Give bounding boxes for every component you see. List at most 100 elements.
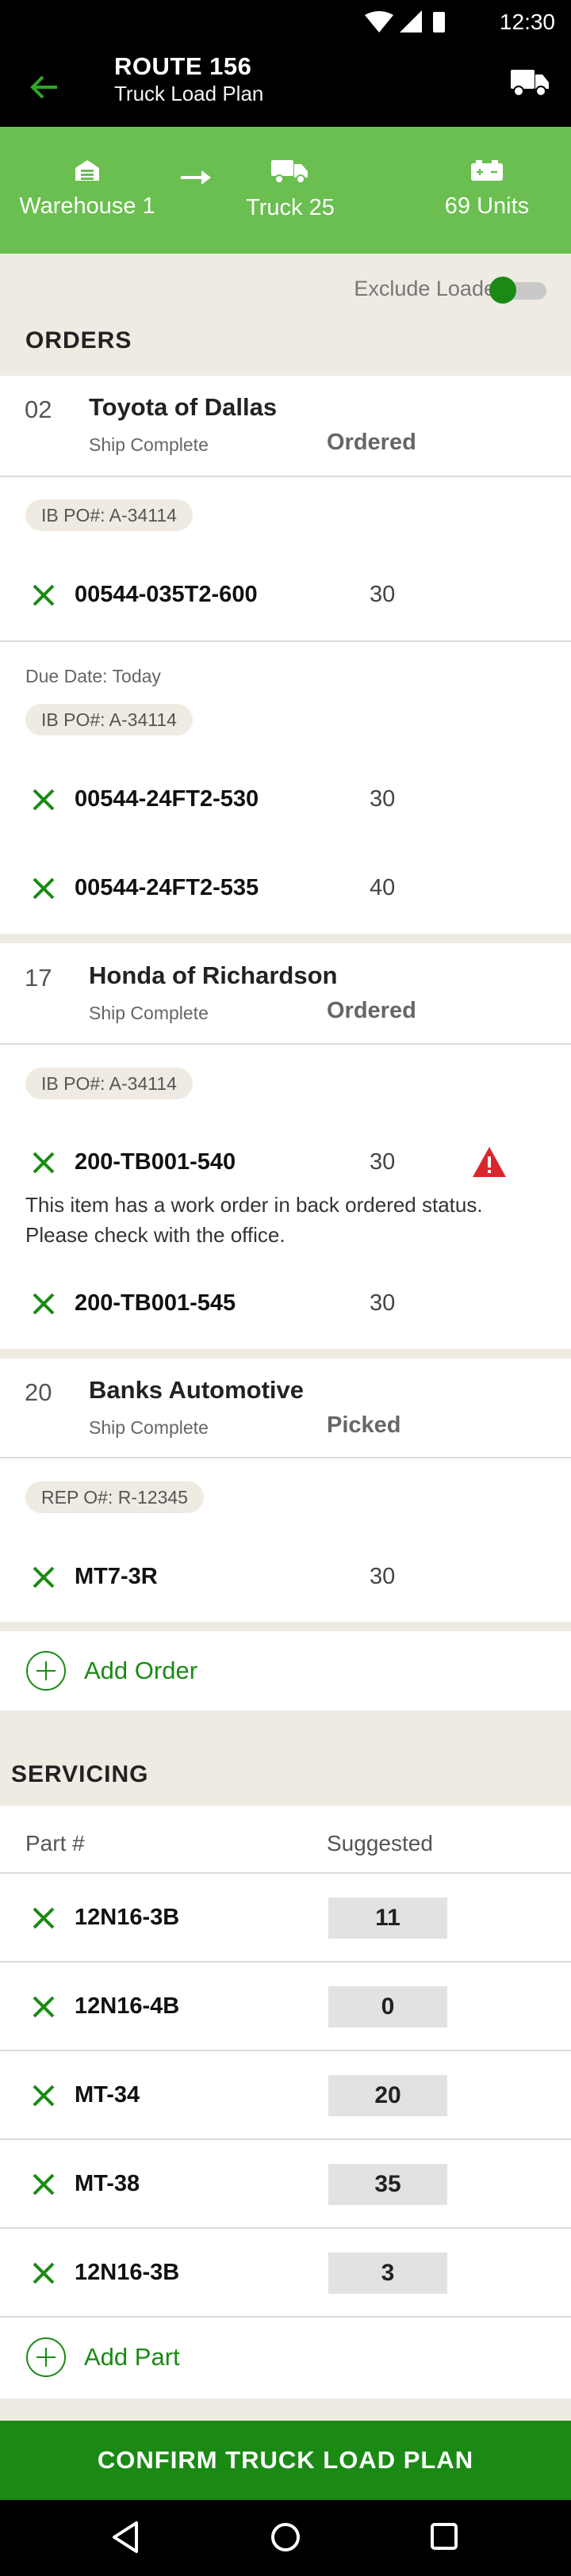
part-qty: 40: [370, 875, 396, 900]
remove-x-icon[interactable]: [30, 786, 57, 813]
order-ship-type: Ship Complete: [89, 434, 209, 455]
divider: [0, 640, 571, 642]
order-separator: [0, 1622, 571, 1631]
divider: [0, 2227, 571, 2229]
part-id: 00544-24FT2-535: [75, 875, 259, 900]
clock: 12:30: [499, 10, 555, 34]
divider: [0, 2138, 571, 2140]
warning-message: This item has a work order in back order…: [25, 1193, 483, 1247]
remove-x-icon[interactable]: [30, 2171, 57, 2198]
warehouse-icon: [75, 160, 99, 181]
divider: [0, 2050, 571, 2051]
suggested-qty-input[interactable]: 3: [328, 2253, 447, 2294]
orders-header-area: [0, 254, 571, 376]
order-customer: Honda of Richardson: [89, 961, 338, 989]
suggested-qty-input[interactable]: 11: [328, 1898, 447, 1939]
part-id: 00544-24FT2-530: [75, 786, 259, 812]
summary-units-label: 69 Units: [444, 193, 530, 219]
order-number: 17: [25, 964, 52, 992]
order-status: Ordered: [327, 998, 416, 1023]
divider: [0, 476, 571, 477]
column-header-suggested: Suggested: [327, 1831, 433, 1856]
part-id: 12N16-4B: [75, 1993, 180, 2019]
remove-x-icon[interactable]: [30, 2082, 57, 2109]
order-status: Picked: [327, 1412, 401, 1438]
po-chip: IB PO#: A-34114: [25, 499, 193, 531]
add-part-label: Add Part: [84, 2343, 180, 2371]
truck-icon: [271, 160, 308, 184]
due-date: Due Date: Today: [25, 666, 161, 686]
nav-recents-icon[interactable]: [428, 2520, 460, 2555]
add-order-label: Add Order: [84, 1657, 198, 1684]
summary-to: Truck 25: [227, 159, 354, 221]
part-qty: 30: [370, 582, 396, 607]
rep-chip: REP O#: R-12345: [25, 1481, 204, 1513]
truck-icon[interactable]: [509, 63, 550, 98]
system-nav-bar: [0, 2500, 571, 2576]
order-separator: [0, 934, 571, 943]
summary-units: 69 Units: [416, 159, 558, 220]
arrow-right-icon: [181, 170, 211, 185]
nav-back-icon[interactable]: [109, 2520, 141, 2555]
remove-x-icon[interactable]: [30, 1290, 57, 1317]
remove-x-icon[interactable]: [30, 2260, 57, 2287]
exclude-loaded-toggle[interactable]: [489, 277, 550, 304]
back-arrow-icon[interactable]: [27, 70, 62, 105]
part-id: 12N16-3B: [75, 2260, 180, 2285]
part-id: 200-TB001-540: [75, 1149, 236, 1175]
exclude-loaded-label: Exclude Loaded: [354, 277, 508, 300]
suggested-qty-input[interactable]: 35: [328, 2164, 447, 2205]
remove-x-icon[interactable]: [30, 1149, 57, 1176]
signal-icon: [400, 10, 422, 32]
column-header-part: Part #: [25, 1831, 85, 1856]
nav-home-icon[interactable]: [268, 2520, 303, 2555]
battery-status-icon: [433, 12, 445, 32]
order-number: 02: [25, 396, 52, 423]
add-order-button[interactable]: Add Order: [25, 1650, 232, 1691]
status-icons: [365, 10, 445, 32]
po-chip: IB PO#: A-34114: [25, 1068, 193, 1099]
remove-x-icon[interactable]: [30, 1564, 57, 1591]
remove-x-icon[interactable]: [30, 1993, 57, 2020]
footer-spacer: [0, 2398, 571, 2421]
confirm-truck-load-plan-button[interactable]: CONFIRM TRUCK LOAD PLAN: [0, 2421, 571, 2500]
order-customer: Banks Automotive: [89, 1376, 305, 1404]
status-bar: 12:30: [0, 0, 571, 46]
order-number: 20: [25, 1378, 52, 1406]
servicing-header-area: [0, 1710, 571, 1806]
app-bar: ROUTE 156 Truck Load Plan: [0, 46, 571, 127]
part-qty: 30: [370, 786, 396, 812]
summary-from-label: Warehouse 1: [19, 193, 155, 219]
order-ship-type: Ship Complete: [89, 1417, 209, 1438]
order-status: Ordered: [327, 430, 416, 455]
part-qty: 30: [370, 1149, 396, 1175]
summary-from: Warehouse 1: [17, 159, 157, 220]
divider: [0, 1457, 571, 1458]
wifi-icon: [365, 11, 393, 32]
remove-x-icon[interactable]: [30, 582, 57, 609]
order-customer: Toyota of Dallas: [89, 393, 278, 421]
divider: [0, 2316, 571, 2318]
suggested-qty-input[interactable]: 0: [328, 1986, 447, 2028]
part-id: 12N16-3B: [75, 1905, 180, 1930]
summary-to-label: Truck 25: [246, 195, 335, 220]
part-qty: 30: [370, 1290, 396, 1316]
po-chip: IB PO#: A-34114: [25, 704, 193, 736]
part-id: MT-34: [75, 2082, 140, 2108]
divider: [0, 1043, 571, 1045]
add-circle-icon: [26, 1651, 66, 1691]
part-id: MT-38: [75, 2171, 140, 2196]
battery-icon: [471, 160, 503, 181]
remove-x-icon[interactable]: [30, 1905, 57, 1932]
suggested-qty-input[interactable]: 20: [328, 2075, 447, 2116]
orders-section-title: ORDERS: [25, 327, 132, 354]
servicing-section-title: SERVICING: [11, 1761, 149, 1787]
add-part-button[interactable]: Add Part: [25, 2337, 216, 2378]
remove-x-icon[interactable]: [30, 875, 57, 902]
warning-icon[interactable]: [471, 1145, 508, 1179]
part-qty: 30: [370, 1564, 396, 1589]
divider: [0, 1961, 571, 1963]
part-id: MT7-3R: [75, 1564, 158, 1589]
order-separator: [0, 1349, 571, 1359]
part-id: 00544-035T2-600: [75, 582, 258, 607]
